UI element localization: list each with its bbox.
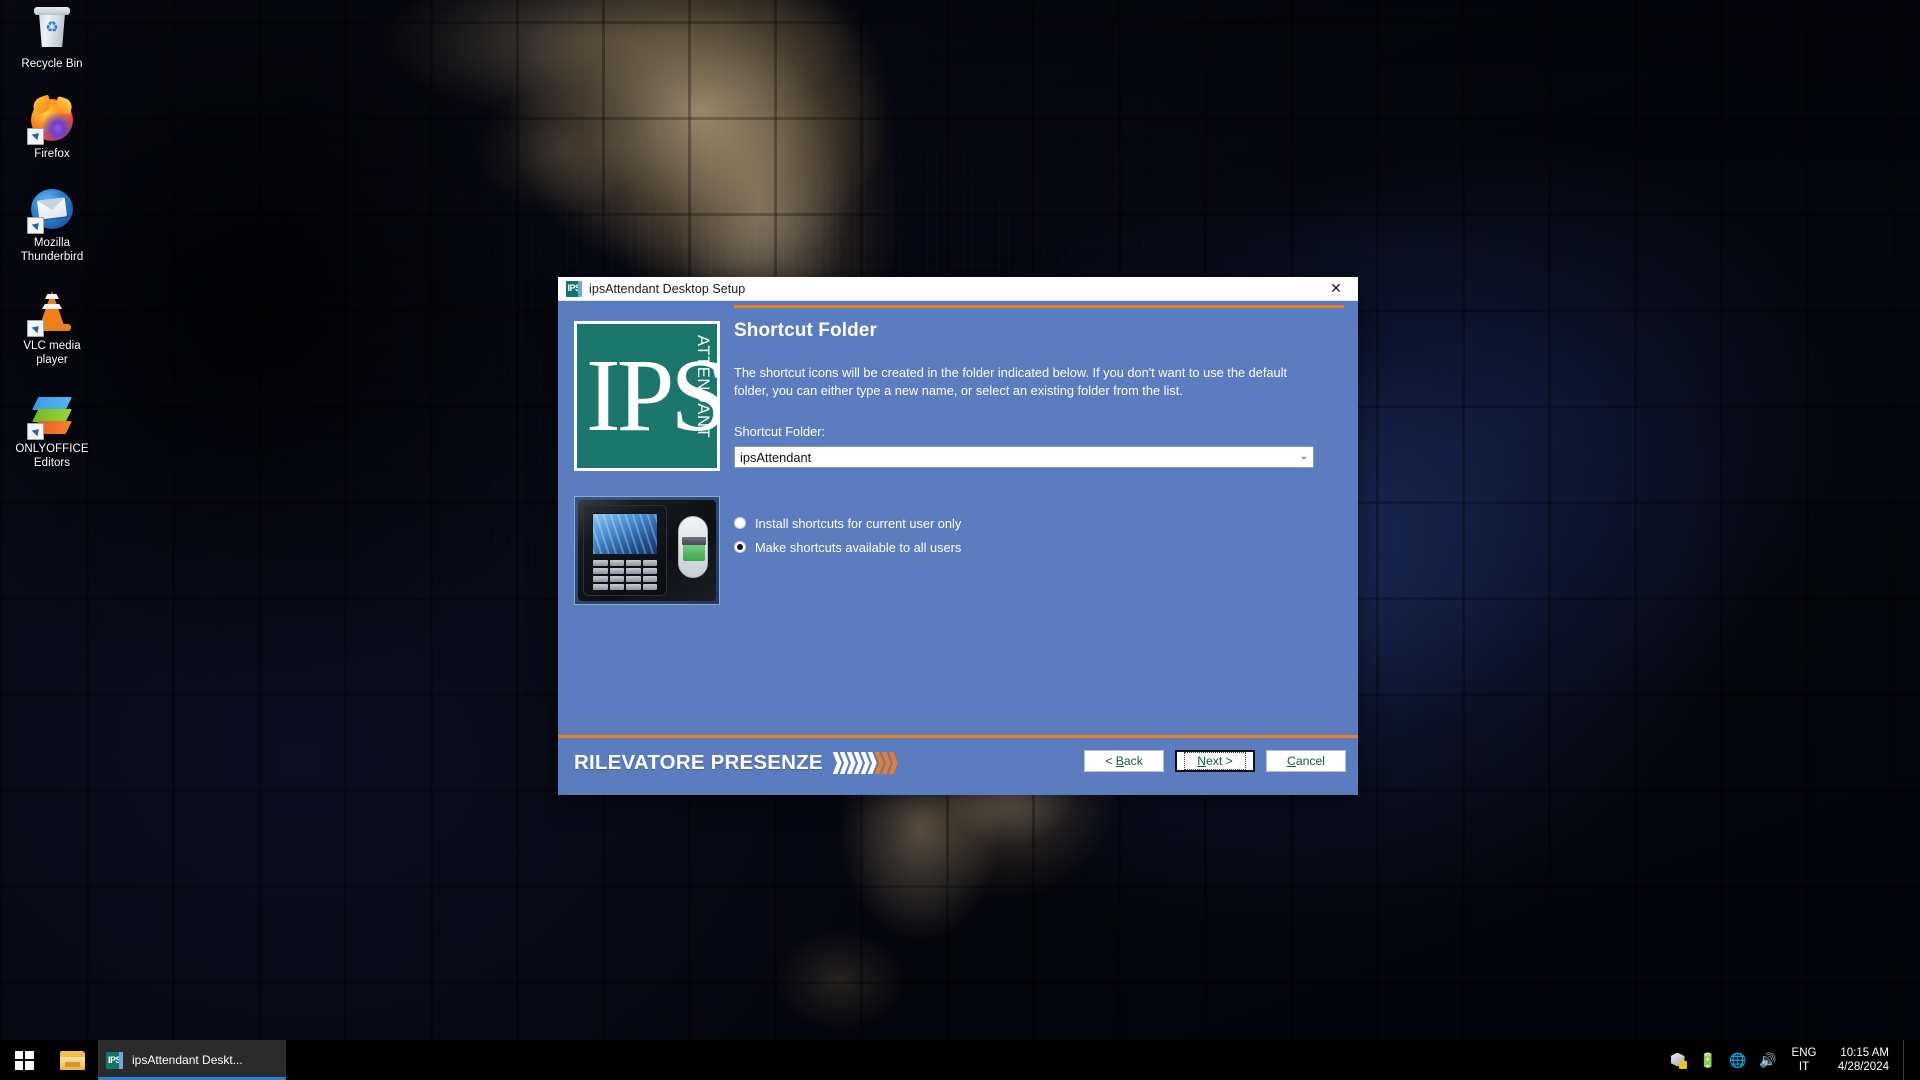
desktop-icon-label: Firefox (34, 147, 70, 160)
onlyoffice-icon (27, 391, 76, 440)
desktop-icon-thunderbird[interactable]: Mozilla Thunderbird (9, 185, 95, 264)
language-primary: ENG (1791, 1047, 1817, 1059)
logo-wordmark-text: ATTENDANT (694, 335, 712, 439)
taskbar: IPS ipsAttendant Deskt... 🔋 🌐 🔊 ENG IT 1… (0, 1040, 1920, 1080)
window-title: ipsAttendant Desktop Setup (589, 281, 746, 296)
ips-app-icon: IPS (566, 280, 582, 297)
radio-label: Make shortcuts available to all users (755, 539, 962, 555)
window-titlebar[interactable]: IPS ipsAttendant Desktop Setup ✕ (558, 277, 1358, 301)
back-button-suffix: ack (1123, 754, 1143, 768)
footer-brand-text: RILEVATORE PRESENZE (574, 751, 823, 774)
firefox-icon (27, 96, 76, 145)
desktop-icon-vlc[interactable]: VLC media player (9, 288, 95, 367)
clock-date: 4/28/2024 (1837, 1061, 1889, 1073)
chevron-down-icon[interactable]: ⌄ (1295, 452, 1313, 462)
chevron-arrows-icon (832, 752, 898, 774)
next-button[interactable]: Next > (1175, 750, 1255, 772)
language-indicator[interactable]: ENG IT (1783, 1040, 1825, 1080)
shortcut-folder-combobox[interactable]: ipsAttendant ⌄ (734, 446, 1314, 468)
ips-attendant-logo: IPS ATTENDANT (574, 321, 720, 471)
desktop-icon-label: VLC media player (23, 340, 81, 366)
desktop-icon-recycle-bin[interactable]: ♻ Recycle Bin (9, 6, 95, 72)
terminal-front-face (583, 505, 667, 596)
radio-current-user-only[interactable]: Install shortcuts for current user only (734, 514, 1344, 532)
virtualbox-icon[interactable] (1666, 1040, 1690, 1080)
radio-indicator-icon (734, 541, 746, 553)
network-icon[interactable]: 🌐 (1726, 1040, 1750, 1080)
cancel-button-accel: C (1287, 754, 1296, 768)
fingerprint-reader-icon (678, 516, 708, 578)
next-button-suffix: ext > (1206, 754, 1233, 768)
page-description: The shortcut icons will be created in th… (734, 365, 1288, 398)
thunderbird-icon (27, 185, 76, 234)
shortcut-overlay-icon (27, 320, 44, 337)
desktop-icon-label: Recycle Bin (21, 58, 83, 70)
system-tray: 🔋 🌐 🔊 ENG IT 10:15 AM 4/28/2024 (1663, 1040, 1920, 1080)
file-explorer-button[interactable] (48, 1040, 96, 1080)
wizard-side-panel: IPS ATTENDANT (574, 321, 720, 605)
wizard-button-bar: < Back Next > Cancel (1084, 750, 1346, 772)
recycle-bin-icon: ♻ (28, 6, 76, 54)
shortcut-folder-label: Shortcut Folder: (734, 424, 826, 439)
close-icon[interactable]: ✕ (1314, 277, 1358, 301)
wizard-content-panel: Shortcut Folder The shortcut icons will … (734, 301, 1344, 562)
windows-logo-icon (14, 1050, 34, 1070)
desktop-icon-firefox[interactable]: Firefox (9, 96, 95, 162)
clock[interactable]: 10:15 AM 4/28/2024 (1829, 1040, 1903, 1080)
start-button[interactable] (0, 1040, 48, 1080)
terminal-screen (592, 513, 658, 555)
show-desktop-button[interactable] (1903, 1040, 1910, 1080)
footer-band: RILEVATORE PRESENZE < Back Next > Cancel (558, 738, 1358, 795)
terminal-body (578, 500, 716, 601)
ips-app-icon: IPS (106, 1051, 123, 1069)
dialog-body: IPS ATTENDANT Shortcut Folder The shortc… (558, 301, 1358, 795)
back-button[interactable]: < Back (1084, 750, 1164, 772)
cancel-button[interactable]: Cancel (1266, 750, 1346, 772)
clock-time: 10:15 AM (1840, 1047, 1889, 1059)
page-title: Shortcut Folder (734, 320, 877, 341)
folder-icon (59, 1050, 85, 1070)
shortcut-folder-input[interactable]: ipsAttendant (735, 450, 1295, 465)
back-button-accel: B (1115, 754, 1124, 768)
taskbar-item-ipsattendant-setup[interactable]: IPS ipsAttendant Deskt... (98, 1040, 286, 1080)
radio-label: Install shortcuts for current user only (755, 515, 962, 531)
desktop-background[interactable]: ♻ Recycle Bin Firefox Mozilla Thunderbir… (0, 0, 1920, 1080)
taskbar-item-label: ipsAttendant Deskt... (132, 1053, 243, 1067)
desktop-icon-onlyoffice[interactable]: ONLYOFFICE Editors (9, 391, 95, 470)
shortcut-overlay-icon (27, 127, 44, 145)
vlc-icon (27, 288, 76, 337)
desktop-icon-list: ♻ Recycle Bin Firefox Mozilla Thunderbir… (0, 6, 104, 494)
setup-wizard-window: IPS ipsAttendant Desktop Setup ✕ IPS ATT… (558, 277, 1358, 795)
footer-branding: RILEVATORE PRESENZE (574, 751, 898, 775)
language-secondary: IT (1798, 1061, 1810, 1073)
radio-indicator-icon (734, 517, 746, 529)
shortcut-scope-radio-group: Install shortcuts for current user only … (734, 514, 1344, 556)
next-button-accel: N (1197, 754, 1207, 768)
attendance-terminal-image (574, 496, 720, 605)
desktop-icon-label: ONLYOFFICE Editors (15, 443, 89, 469)
shortcut-overlay-icon (27, 217, 44, 234)
shortcut-overlay-icon (27, 423, 44, 440)
desktop-icon-label: Mozilla Thunderbird (20, 237, 84, 263)
header-accent-rule (734, 305, 1344, 308)
back-button-prefix: < (1105, 754, 1116, 768)
cancel-button-suffix: ancel (1295, 754, 1325, 768)
volume-icon[interactable]: 🔊 (1756, 1040, 1780, 1080)
radio-all-users[interactable]: Make shortcuts available to all users (734, 538, 1344, 556)
terminal-keypad (593, 560, 657, 590)
battery-icon[interactable]: 🔋 (1696, 1040, 1720, 1080)
